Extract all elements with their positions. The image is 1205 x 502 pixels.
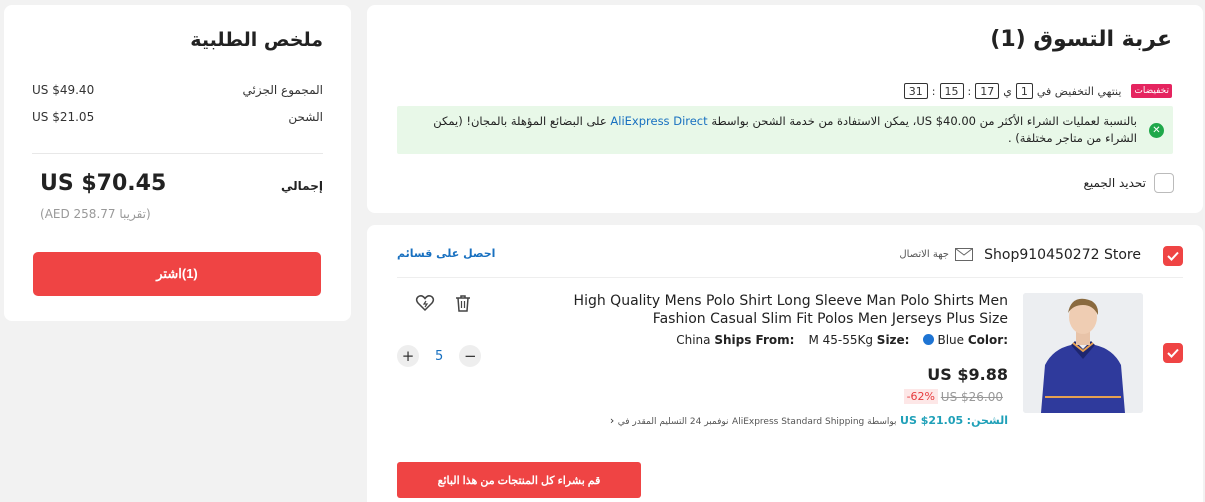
color-attr[interactable]: Blue Color: bbox=[923, 333, 1008, 347]
delivery-estimate[interactable]: نوفمبر 24 التسليم المقدر في bbox=[618, 417, 729, 427]
ships-from-attr: China Ships From: bbox=[676, 333, 795, 347]
product-price: US $9.88 bbox=[927, 365, 1008, 384]
item-shipping-price: US $21.05 bbox=[900, 414, 964, 427]
timer-days-suffix: ي bbox=[1003, 84, 1012, 98]
timer-minutes: 15 bbox=[939, 83, 964, 99]
check-icon bbox=[1167, 348, 1179, 358]
check-icon bbox=[1167, 251, 1179, 261]
shipping-value: US $21.05 bbox=[32, 110, 95, 124]
envelope-icon bbox=[955, 248, 973, 261]
sale-badge: تخفيضات bbox=[1131, 84, 1172, 98]
free-shipping-text: بالنسبة لعمليات الشراء الأكثر من US $40.… bbox=[433, 114, 1137, 145]
contact-label: جهة الاتصال bbox=[899, 249, 949, 260]
select-all-checkbox[interactable] bbox=[1154, 173, 1174, 193]
product-attributes: China Ships From: M 45-55Kg Size: Blue C… bbox=[676, 333, 1008, 347]
contact-seller[interactable]: جهة الاتصال bbox=[899, 248, 973, 261]
size-attr: M 45-55Kg Size: bbox=[808, 333, 910, 347]
discount-badge: -62% bbox=[903, 389, 938, 404]
order-summary-panel: ملخص الطلبية المجموع الجزئي US $49.40 ال… bbox=[4, 5, 351, 321]
get-coupons-link[interactable]: احصل على قسائم bbox=[397, 247, 495, 260]
shipping-row: الشحن US $21.05 bbox=[32, 108, 323, 128]
quantity-stepper: + 5 − bbox=[397, 345, 482, 367]
close-circle-icon[interactable]: ✕ bbox=[1149, 123, 1164, 138]
chevron-left-icon[interactable]: ‹ bbox=[610, 414, 614, 427]
plus-icon[interactable]: + bbox=[397, 345, 419, 367]
buy-button[interactable]: (1)اشتر bbox=[33, 252, 321, 296]
total-label: إجمالي bbox=[281, 179, 323, 193]
timer-separator: : bbox=[931, 84, 936, 98]
aliexpress-direct-link[interactable]: AliExpress Direct bbox=[610, 114, 707, 128]
color-swatch-icon bbox=[923, 334, 935, 345]
shipping-label: الشحن bbox=[288, 110, 323, 124]
item-checkbox[interactable] bbox=[1163, 343, 1183, 363]
store-divider bbox=[397, 277, 1183, 278]
cart-title: عربة التسوق (1) bbox=[990, 27, 1172, 52]
select-all-label: تحديد الجميع bbox=[1083, 176, 1146, 190]
store-checkbox[interactable] bbox=[1163, 246, 1183, 266]
store-items-panel: Shop910450272 Store جهة الاتصال احصل على… bbox=[367, 225, 1203, 502]
product-title-link[interactable]: High Quality Mens Polo Shirt Long Sleeve… bbox=[548, 292, 1008, 328]
sale-timer: تخفيضات ينتهي التخفيض في 1 ي 17 : 15 : 3… bbox=[903, 81, 1172, 101]
select-all[interactable]: تحديد الجميع bbox=[1083, 173, 1174, 193]
shipping-method: بواسطة AliExpress Standard Shipping bbox=[732, 417, 897, 427]
free-shipping-notice: ✕ بالنسبة لعمليات الشراء الأكثر من US $4… bbox=[397, 106, 1173, 154]
shipping-info: الشحن: US $21.05 بواسطة AliExpress Stand… bbox=[610, 414, 1008, 427]
product-image[interactable] bbox=[1023, 293, 1143, 413]
total-value: US $70.45 bbox=[40, 171, 167, 196]
item-shipping-label: الشحن: bbox=[966, 414, 1008, 427]
original-price: US $26.00 bbox=[940, 390, 1003, 404]
minus-icon[interactable]: − bbox=[459, 345, 482, 367]
subtotal-row: المجموع الجزئي US $49.40 bbox=[32, 81, 323, 101]
subtotal-label: المجموع الجزئي bbox=[242, 83, 323, 97]
wishlist-heart-icon[interactable] bbox=[415, 293, 435, 313]
item-actions bbox=[415, 293, 473, 313]
total-approx-aed: (تقريبا AED 258.77) bbox=[40, 207, 151, 221]
timer-seconds: 31 bbox=[903, 83, 928, 99]
store-name-link[interactable]: Shop910450272 Store bbox=[984, 247, 1141, 263]
trash-icon[interactable] bbox=[453, 293, 473, 313]
order-summary-title: ملخص الطلبية bbox=[190, 29, 323, 51]
timer-days: 1 bbox=[1015, 83, 1033, 99]
quantity-value[interactable]: 5 bbox=[435, 349, 443, 364]
sale-timer-label: ينتهي التخفيض في bbox=[1036, 84, 1122, 98]
buy-all-from-seller-button[interactable]: قم بشراء كل المنتجات من هذا البائع bbox=[397, 462, 641, 498]
summary-divider bbox=[32, 153, 323, 154]
timer-separator: : bbox=[967, 84, 972, 98]
subtotal-value: US $49.40 bbox=[32, 83, 95, 97]
timer-hours: 17 bbox=[975, 83, 1000, 99]
cart-header-panel: عربة التسوق (1) تخفيضات ينتهي التخفيض في… bbox=[367, 5, 1203, 213]
